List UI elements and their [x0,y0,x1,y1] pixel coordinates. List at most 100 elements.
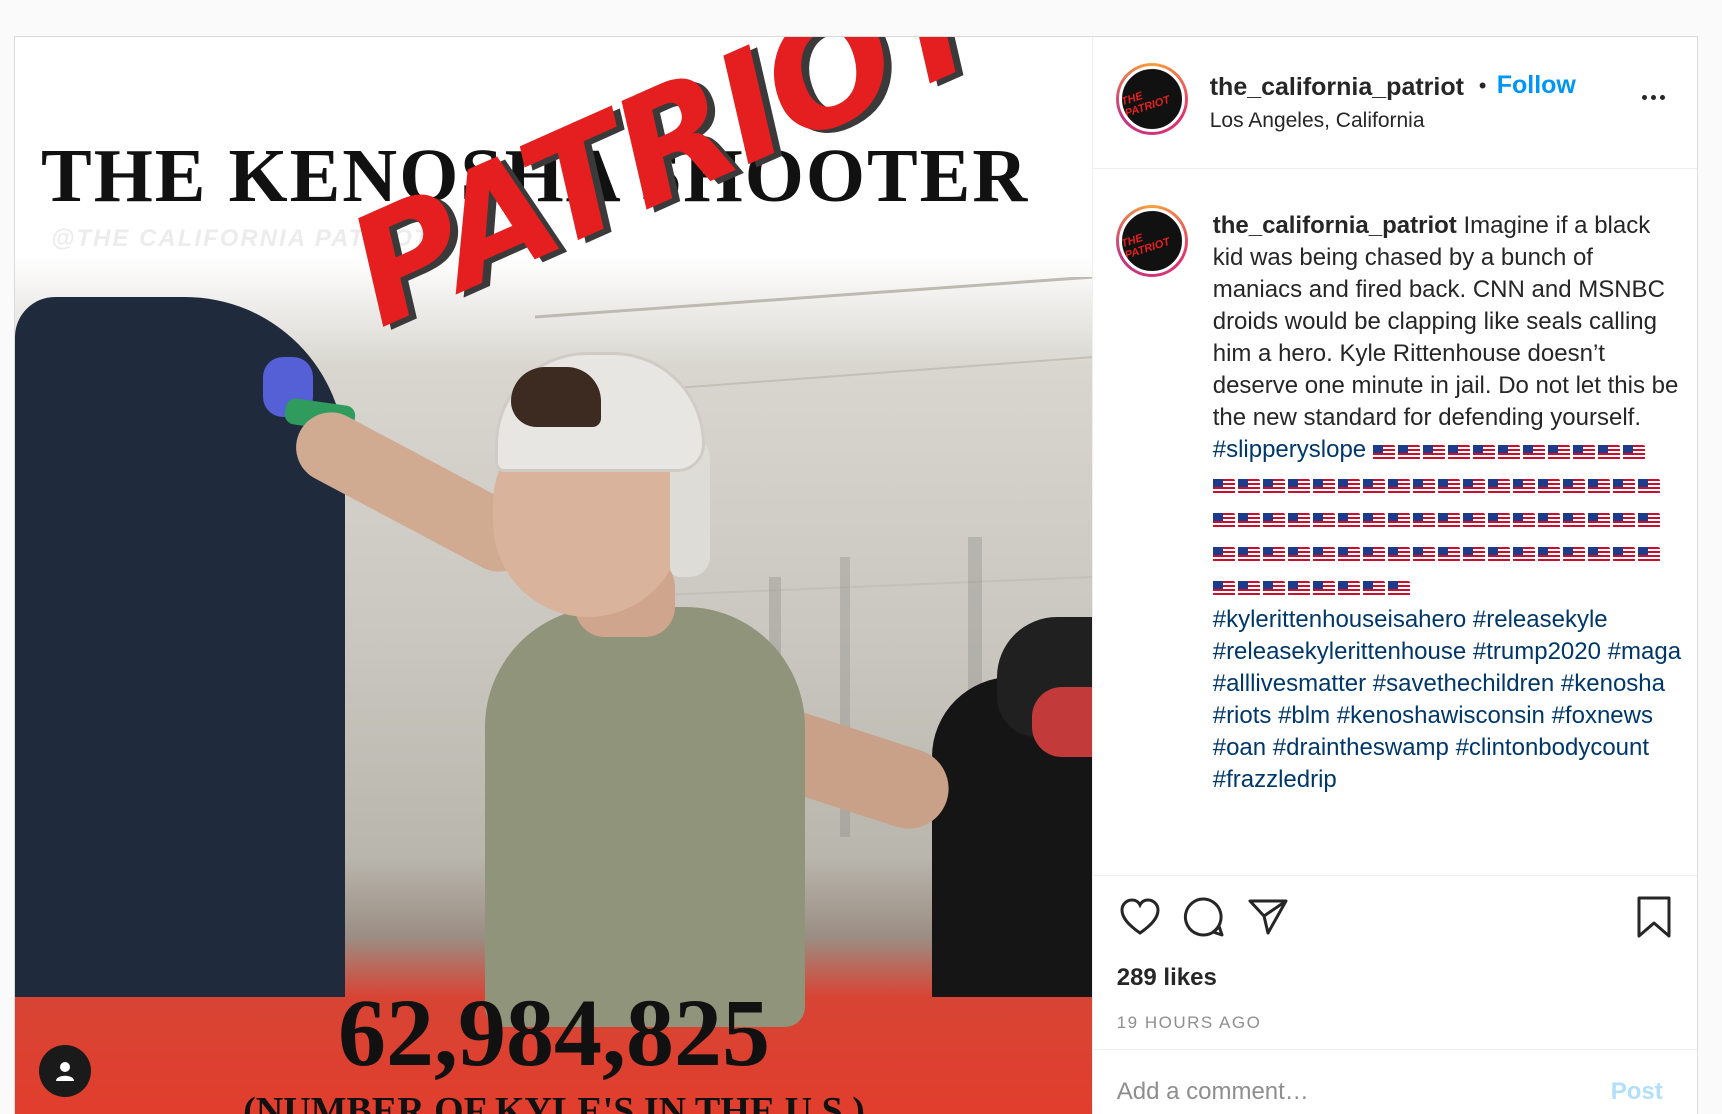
header-location[interactable]: Los Angeles, California [1210,109,1425,133]
post-actions: 289 likes 19 HOURS AGO [1092,875,1697,1047]
us-flag-emoji [1262,547,1285,563]
us-flag-emoji [1287,581,1310,597]
us-flag-emoji [1612,513,1635,529]
us-flag-emoji [1512,479,1535,495]
us-flag-emoji [1462,479,1485,495]
us-flag-emoji [1337,479,1360,495]
comment-input[interactable] [1116,1072,1557,1112]
user-icon [56,1062,74,1081]
us-flag-emoji [1362,547,1385,563]
dot [1651,94,1657,100]
us-flag-emoji [1462,547,1485,563]
hashtag-list: #kylerittenhouseisahero #releasekyle #re… [1213,604,1683,796]
us-flag-emoji [1522,445,1545,461]
us-flag-emoji [1622,445,1645,461]
us-flag-emoji [1397,445,1420,461]
us-flag-emoji [1437,547,1460,563]
hashtag-link[interactable]: #trump2020 [1473,638,1601,665]
us-flag-emoji [1537,513,1560,529]
hair [511,367,601,427]
hashtag-link[interactable]: #releasekylerittenhouse [1213,638,1467,665]
us-flag-emoji [1587,547,1610,563]
us-flag-emoji [1237,581,1260,597]
hashtag-link[interactable]: #savethechildren [1373,670,1554,697]
us-flag-emoji [1237,547,1260,563]
us-flag-emoji [1597,445,1620,461]
heart-icon[interactable] [1117,894,1163,940]
us-flag-emoji [1262,479,1285,495]
caption-username[interactable]: the_california_patriot [1213,212,1457,239]
more-options-icon[interactable] [1634,77,1674,117]
avatar-logo-text: THE PATRIOT [1119,90,1172,120]
header-avatar[interactable]: THE PATRIOT [1115,63,1188,135]
us-flag-emoji [1562,479,1585,495]
us-flag-emoji [1337,581,1360,597]
us-flag-emoji [1237,513,1260,529]
us-flag-emoji [1487,513,1510,529]
comment-bar: Post [1092,1049,1697,1114]
hashtag-link[interactable]: #blm [1278,702,1330,729]
post-sidebar: THE PATRIOT the_california_patriot • Fol… [1091,37,1697,1114]
hashtag-link[interactable]: #foxnews [1552,702,1653,729]
hashtag-link[interactable]: #kenosha [1561,670,1665,697]
post-header: THE PATRIOT the_california_patriot • Fol… [1092,37,1697,169]
us-flag-emoji [1212,513,1235,529]
follow-button[interactable]: Follow [1497,71,1576,100]
us-flag-emoji [1447,445,1470,461]
us-flag-emoji [1537,479,1560,495]
us-flag-emoji [1287,479,1310,495]
us-flag-emoji [1562,547,1585,563]
comment-icon[interactable] [1181,894,1227,940]
paper-plane-icon[interactable] [1245,894,1291,940]
us-flag-emoji [1612,547,1635,563]
avatar-image: THE PATRIOT [1118,66,1185,132]
us-flag-emoji [1512,513,1535,529]
caption-text: Imagine if a black kid was being chased … [1212,212,1679,431]
us-flag-emoji [1212,479,1235,495]
us-flag-emoji [1547,445,1570,461]
avatar-logo-text: THE PATRIOT [1119,232,1172,262]
us-flag-emoji [1212,547,1235,563]
dot [1660,94,1666,100]
hashtag-link[interactable]: #frazzledrip [1213,766,1337,793]
post-timestamp[interactable]: 19 HOURS AGO [1117,1013,1262,1033]
caption-avatar[interactable]: THE PATRIOT [1115,205,1188,277]
hashtag-link[interactable]: #kenoshawisconsin [1337,702,1545,729]
us-flag-emoji [1637,513,1660,529]
post-comment-button[interactable]: Post [1611,1078,1663,1106]
caption-scroll-area[interactable]: THE PATRIOT the_california_patriot Imagi… [1093,170,1697,875]
hashtag-link[interactable]: #riots [1213,702,1272,729]
hashtag-link[interactable]: #releasekyle [1473,606,1608,633]
hashtag-link[interactable]: #oan [1213,734,1266,761]
us-flag-emoji [1237,479,1260,495]
us-flag-emoji [1637,547,1660,563]
us-flag-emoji [1412,479,1435,495]
image-big-number: 62,984,825 [338,979,770,1086]
us-flag-emoji [1287,513,1310,529]
hashtag-link[interactable]: #clintonbodycount [1456,734,1649,761]
us-flag-emoji [1422,445,1445,461]
person-right-mask [1031,687,1092,757]
hashtag-link[interactable]: #maga [1608,638,1681,665]
likes-count[interactable]: 289 likes [1117,964,1217,992]
us-flag-emoji [1262,581,1285,597]
hashtag-link[interactable]: #alllivesmatter [1213,670,1366,697]
us-flag-emoji [1312,479,1335,495]
us-flag-emoji [1387,513,1410,529]
us-flag-emoji [1387,479,1410,495]
hashtag-link[interactable]: #draintheswamp [1273,734,1449,761]
tagged-users-button[interactable] [39,1045,91,1097]
us-flag-emoji [1312,581,1335,597]
hashtag-link[interactable]: #kylerittenhouseisahero [1213,606,1467,633]
hashtag-link[interactable]: #slipperyslope [1213,436,1366,463]
flag-emojis [1212,442,1663,597]
bookmark-icon[interactable] [1631,894,1677,940]
us-flag-emoji [1587,513,1610,529]
header-username[interactable]: the_california_patriot [1210,73,1464,102]
post-image[interactable]: THE KENOSHA SHOOTER @THE CALIFORNIA PATR… [15,37,1092,1114]
us-flag-emoji [1362,581,1385,597]
us-flag-emoji [1412,513,1435,529]
us-flag-emoji [1262,513,1285,529]
header-separator: • [1478,73,1487,98]
us-flag-emoji [1362,479,1385,495]
